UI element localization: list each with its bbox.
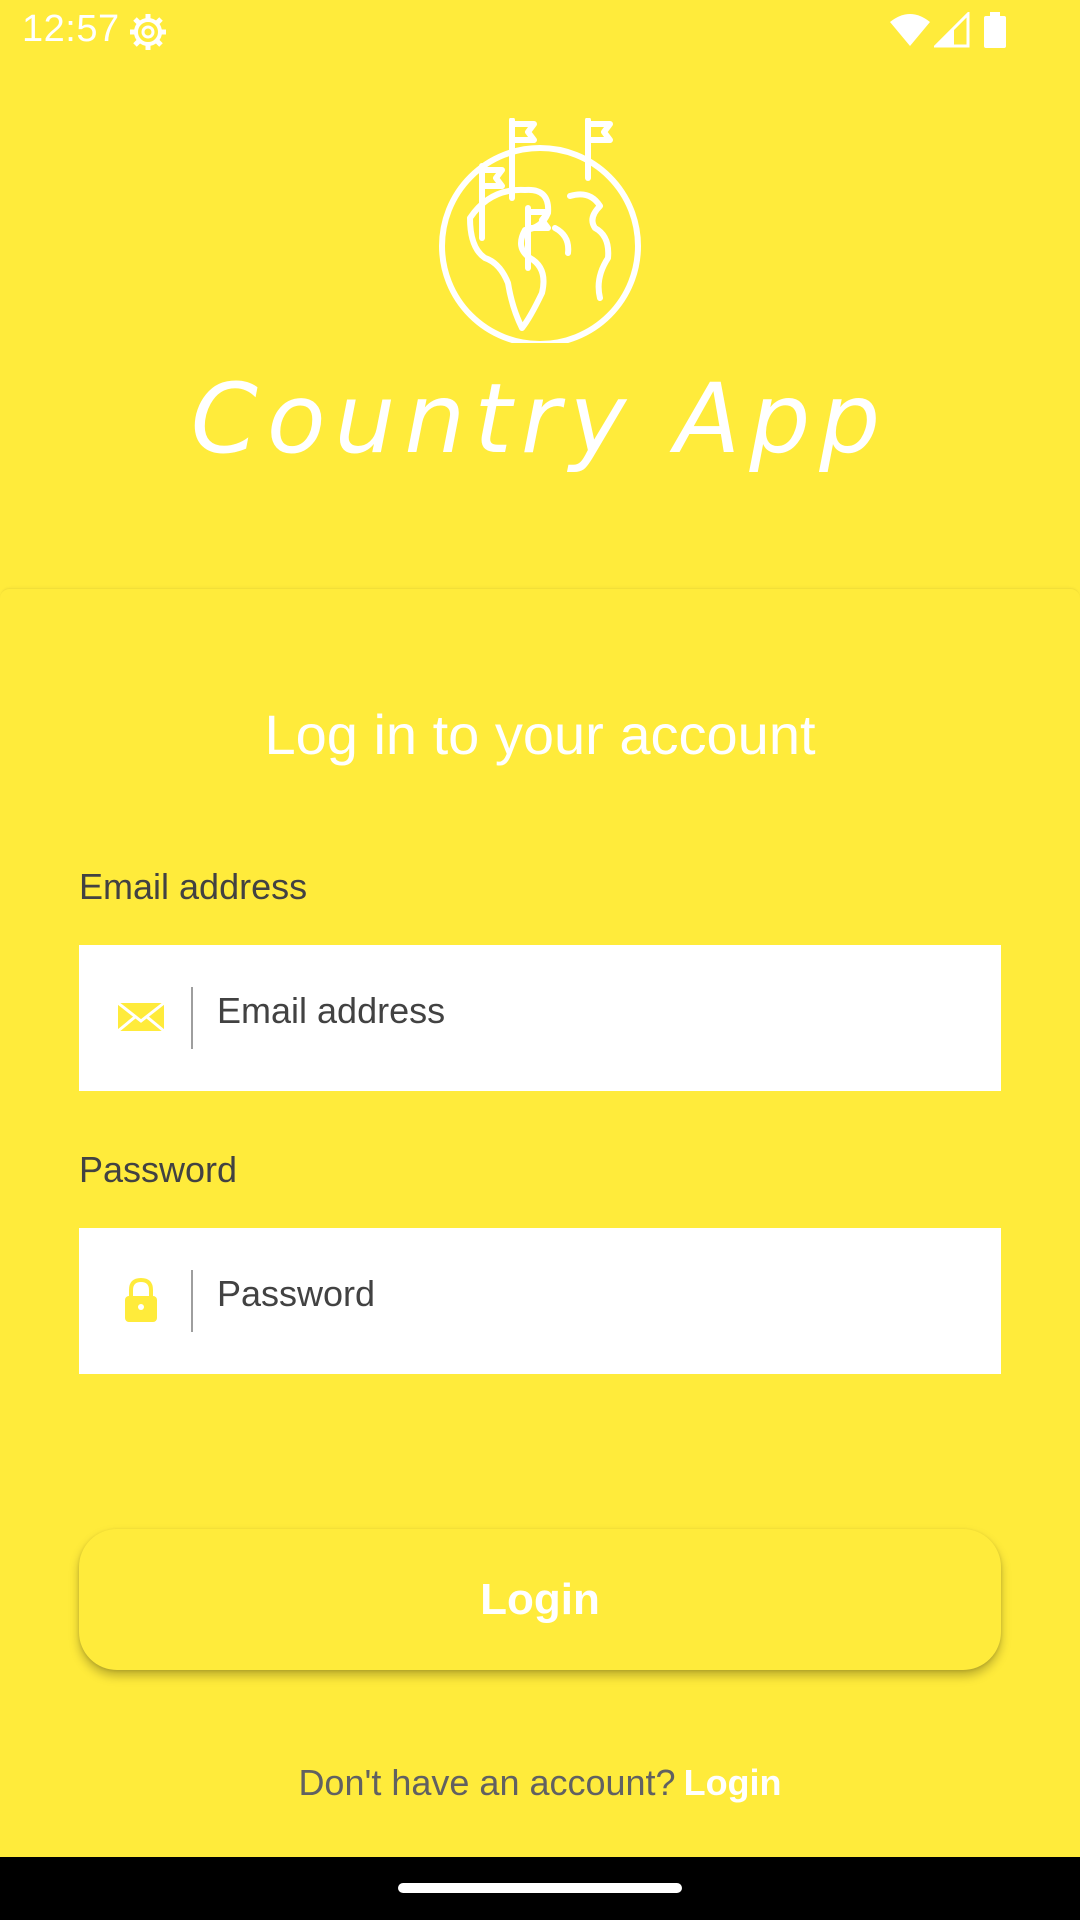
wifi-icon — [890, 14, 930, 46]
header: Country App — [0, 63, 1080, 588]
password-field-container[interactable] — [79, 1228, 1001, 1374]
password-input[interactable] — [217, 1228, 981, 1374]
signup-link[interactable]: Login — [684, 1762, 782, 1803]
settings-icon — [130, 14, 166, 50]
signup-row: Don't have an account? Login — [0, 1762, 1080, 1804]
signup-prompt: Don't have an account? — [298, 1762, 676, 1803]
email-divider — [191, 987, 193, 1049]
navigation-bar — [0, 1857, 1080, 1920]
home-gesture-handle[interactable] — [398, 1883, 682, 1893]
battery-icon — [984, 12, 1006, 48]
email-label: Email address — [79, 866, 308, 907]
status-time: 12:57 — [22, 8, 120, 50]
globe-with-flags-icon — [439, 118, 641, 343]
app-title: Country App — [190, 363, 890, 475]
status-bar: 12:57 — [0, 0, 1080, 63]
lock-icon — [125, 1277, 157, 1322]
email-input[interactable] — [217, 945, 981, 1091]
password-divider — [191, 1270, 193, 1332]
email-field-container[interactable] — [79, 945, 1001, 1091]
login-button[interactable]: Login — [79, 1529, 1001, 1670]
form-title: Log in to your account — [264, 703, 816, 766]
password-label: Password — [79, 1149, 238, 1190]
signal-icon — [934, 12, 970, 48]
login-screen: 12:57 Country App Log in to your account… — [0, 0, 1080, 1920]
envelope-icon — [117, 1001, 165, 1033]
